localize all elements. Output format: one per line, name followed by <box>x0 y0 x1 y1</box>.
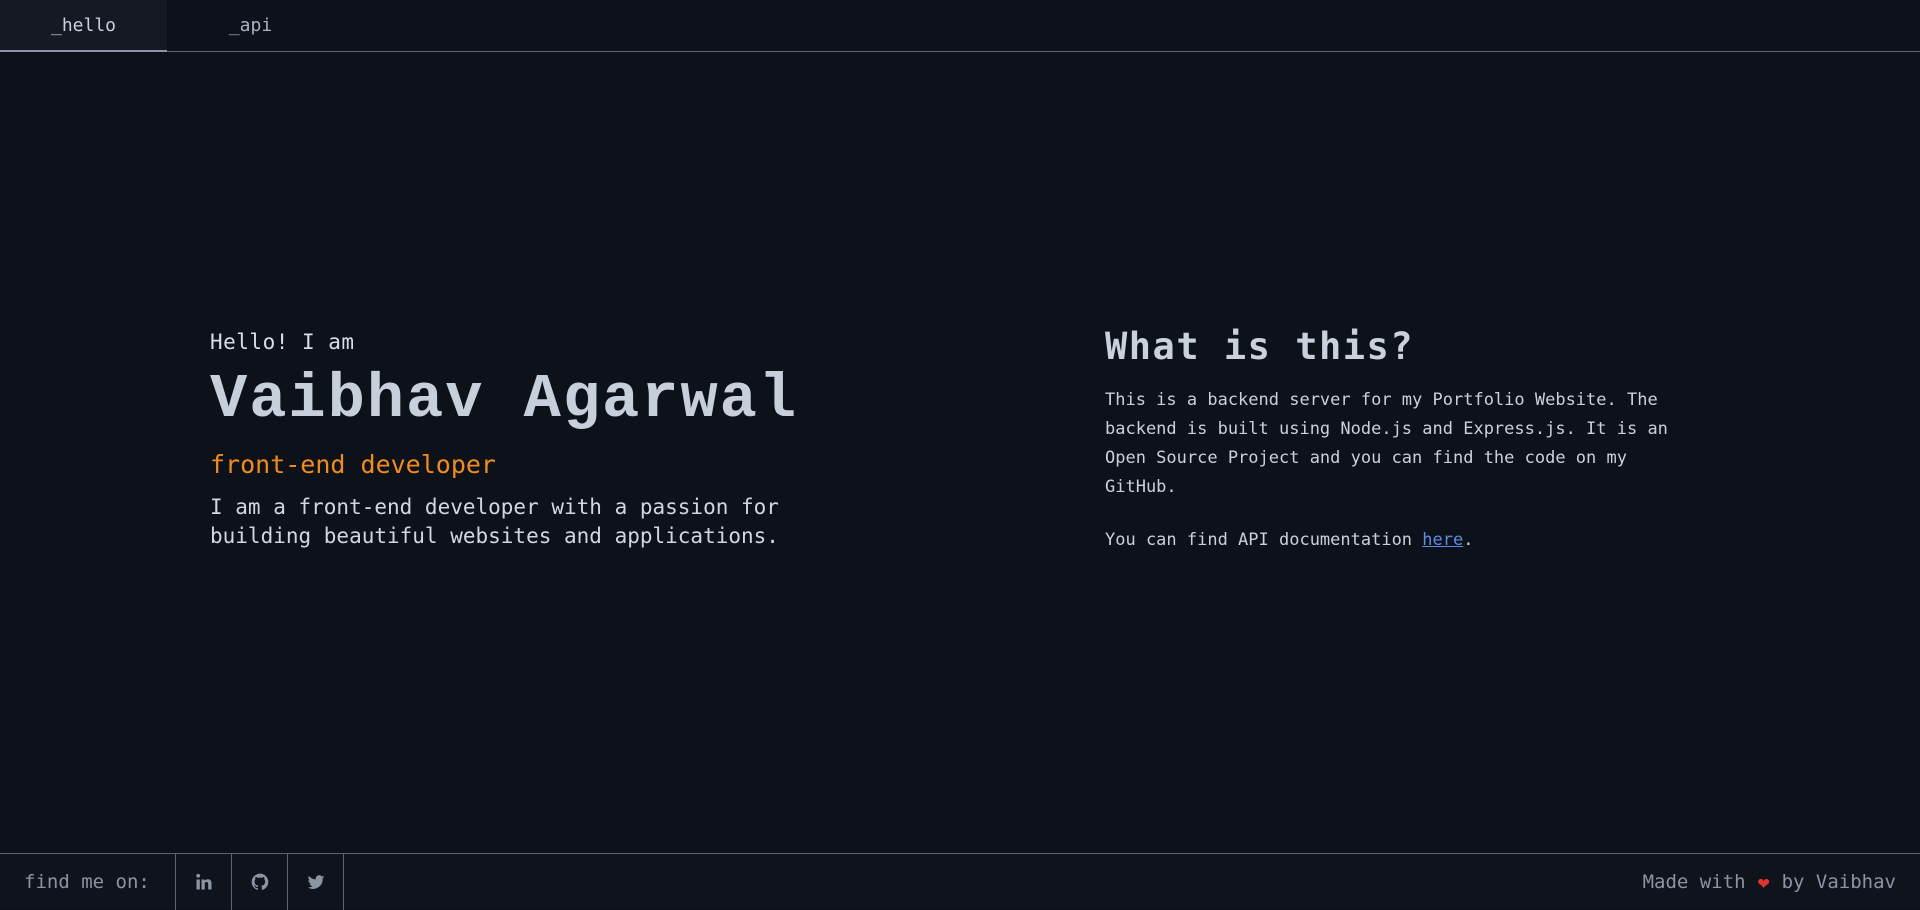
api-doc-suffix: . <box>1463 530 1474 550</box>
hero-section: Hello! I am Vaibhav Agarwal front-end de… <box>210 330 910 551</box>
bio-text: I am a front-end developer with a passio… <box>210 495 779 549</box>
github-icon[interactable] <box>232 853 288 910</box>
api-doc-prefix: You can find API documentation <box>1105 530 1423 550</box>
tab-hello[interactable]: _hello <box>0 0 167 52</box>
info-section: What is this? This is a backend server f… <box>1105 325 1705 550</box>
greeting-text: Hello! I am <box>210 330 355 354</box>
made-with-suffix: by Vaibhav <box>1781 870 1896 893</box>
find-me-label: find me on: <box>0 853 176 910</box>
footer: find me on: Made with ❤ by Vaibhav <box>0 853 1920 910</box>
api-doc-link[interactable]: here <box>1422 530 1463 550</box>
top-navigation: _hello _api <box>0 0 1920 52</box>
made-with-credit: Made with ❤ by Vaibhav <box>1643 870 1920 894</box>
page-title: Vaibhav Agarwal <box>210 364 799 435</box>
made-with-prefix: Made with <box>1642 870 1746 893</box>
tab-api[interactable]: _api <box>167 0 334 51</box>
info-title: What is this? <box>1105 325 1415 368</box>
role-subtitle: front-end developer <box>210 450 496 480</box>
info-body: This is a backend server for my Portfoli… <box>1105 390 1668 497</box>
twitter-icon[interactable] <box>288 853 344 910</box>
linkedin-icon[interactable] <box>176 853 232 910</box>
api-doc-text: You can find API documentation here. <box>1105 530 1705 550</box>
heart-icon: ❤ <box>1757 869 1770 894</box>
